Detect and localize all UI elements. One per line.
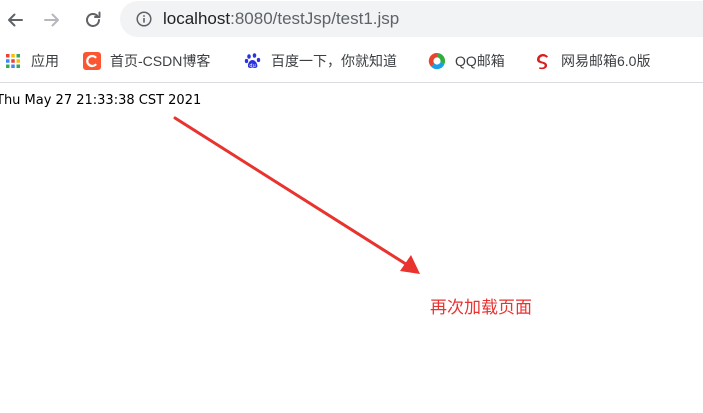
back-arrow-icon <box>8 13 23 27</box>
address-bar[interactable]: localhost:8080/testJsp/test1.jsp <box>120 1 703 37</box>
bookmark-netease-mail[interactable]: 网易邮箱6.0版 <box>534 50 650 72</box>
browser-chrome: localhost:8080/testJsp/test1.jsp 应用 首页-C… <box>0 0 703 83</box>
browser-toolbar: localhost:8080/testJsp/test1.jsp <box>0 0 703 40</box>
bookmark-qq-mail[interactable]: QQ邮箱 <box>428 50 505 72</box>
apps-grid-icon <box>4 52 22 70</box>
bookmark-apps[interactable]: 应用 <box>4 50 59 72</box>
reload-annotation-label: 再次加载页面 <box>430 298 532 317</box>
bookmark-baidu[interactable]: du 百度一下，你就知道 <box>244 50 397 72</box>
bookmark-label: 首页-CSDN博客 <box>110 53 211 69</box>
baidu-paw-icon: du <box>244 52 262 70</box>
url-text[interactable]: localhost:8080/testJsp/test1.jsp <box>163 9 399 29</box>
annotation-arrow <box>173 116 420 274</box>
reload-button[interactable] <box>79 6 107 34</box>
bookmark-label: 应用 <box>31 53 59 69</box>
bookmark-label: 网易邮箱6.0版 <box>561 53 651 69</box>
site-info-icon[interactable] <box>136 11 152 27</box>
netease-mail-icon <box>534 52 552 70</box>
svg-text:du: du <box>249 63 255 69</box>
bookmarks-bar: 应用 首页-CSDN博客 du 百度一下，你就知道 QQ邮箱 网易邮箱6.0版 <box>0 44 703 78</box>
bookmark-label: 百度一下，你就知道 <box>271 53 397 69</box>
url-host: localhost <box>163 9 231 28</box>
back-button[interactable] <box>1 6 29 34</box>
forward-arrow-icon <box>44 13 59 27</box>
reload-icon <box>86 11 101 27</box>
qq-mail-icon <box>428 52 446 70</box>
page-content: Thu May 27 21:33:38 CST 2021 再次加载页面 <box>0 83 703 413</box>
forward-button[interactable] <box>38 6 66 34</box>
csdn-icon <box>83 52 101 70</box>
bookmark-csdn[interactable]: 首页-CSDN博客 <box>83 50 210 72</box>
bookmark-label: QQ邮箱 <box>455 53 505 69</box>
url-path: :8080/testJsp/test1.jsp <box>230 9 400 28</box>
